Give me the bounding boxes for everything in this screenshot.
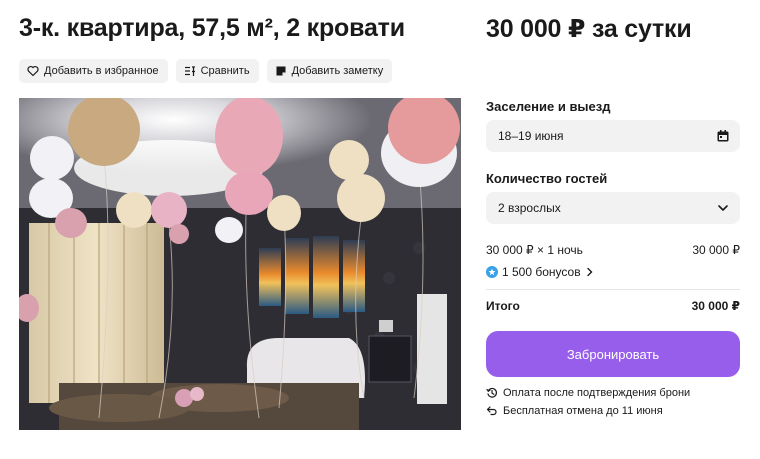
checkin-date-value: 18–19 июня	[498, 129, 564, 143]
payment-note-text: Оплата после подтверждения брони	[503, 387, 691, 399]
add-note-label: Добавить заметку	[291, 65, 384, 77]
apartment-photo-illustration	[19, 98, 461, 430]
checkin-date-field[interactable]: 18–19 июня	[486, 120, 740, 152]
cancellation-note-text: Бесплатная отмена до 11 июня	[503, 405, 663, 417]
price-per-day: 30 000 ₽ за сутки	[486, 15, 692, 43]
listing-photo[interactable]	[19, 98, 461, 430]
compare-label: Сравнить	[200, 65, 250, 77]
note-icon	[275, 65, 287, 77]
compare-icon	[184, 65, 196, 77]
add-to-favorites-button[interactable]: Добавить в избранное	[19, 59, 168, 83]
total-divider	[486, 289, 740, 290]
chevron-right-icon	[586, 267, 594, 277]
payment-note: Оплата после подтверждения брони	[486, 387, 690, 399]
guests-section-label: Количество гостей	[486, 171, 608, 186]
total-value: 30 000 ₽	[691, 299, 740, 313]
listing-title: 3-к. квартира, 57,5 м², 2 кровати	[19, 14, 405, 42]
checkin-section-label: Заселение и выезд	[486, 99, 611, 114]
price-calculation-value: 30 000 ₽	[692, 243, 740, 257]
total-label: Итого	[486, 299, 520, 313]
bonus-link[interactable]: 1 500 бонусов	[486, 265, 594, 279]
chevron-down-icon	[716, 201, 730, 215]
total-row: Итого 30 000 ₽	[486, 299, 740, 313]
cancellation-note: Бесплатная отмена до 11 июня	[486, 405, 663, 417]
add-to-favorites-label: Добавить в избранное	[44, 65, 159, 77]
bonus-label: 1 500 бонусов	[502, 265, 581, 279]
bonus-star-icon	[486, 266, 498, 278]
compare-button[interactable]: Сравнить	[175, 59, 259, 83]
add-note-button[interactable]: Добавить заметку	[266, 59, 393, 83]
history-icon	[486, 387, 498, 399]
guests-value: 2 взрослых	[498, 201, 561, 215]
price-calculation-row: 30 000 ₽ × 1 ночь 30 000 ₽	[486, 243, 740, 257]
price-calculation-label: 30 000 ₽ × 1 ночь	[486, 243, 583, 257]
listing-actions: Добавить в избранное Сравнить Добавить з…	[19, 59, 393, 83]
heart-icon	[27, 65, 39, 77]
calendar-icon	[716, 129, 730, 143]
return-arrow-icon	[486, 405, 498, 417]
guests-select[interactable]: 2 взрослых	[486, 192, 740, 224]
book-button[interactable]: Забронировать	[486, 331, 740, 377]
